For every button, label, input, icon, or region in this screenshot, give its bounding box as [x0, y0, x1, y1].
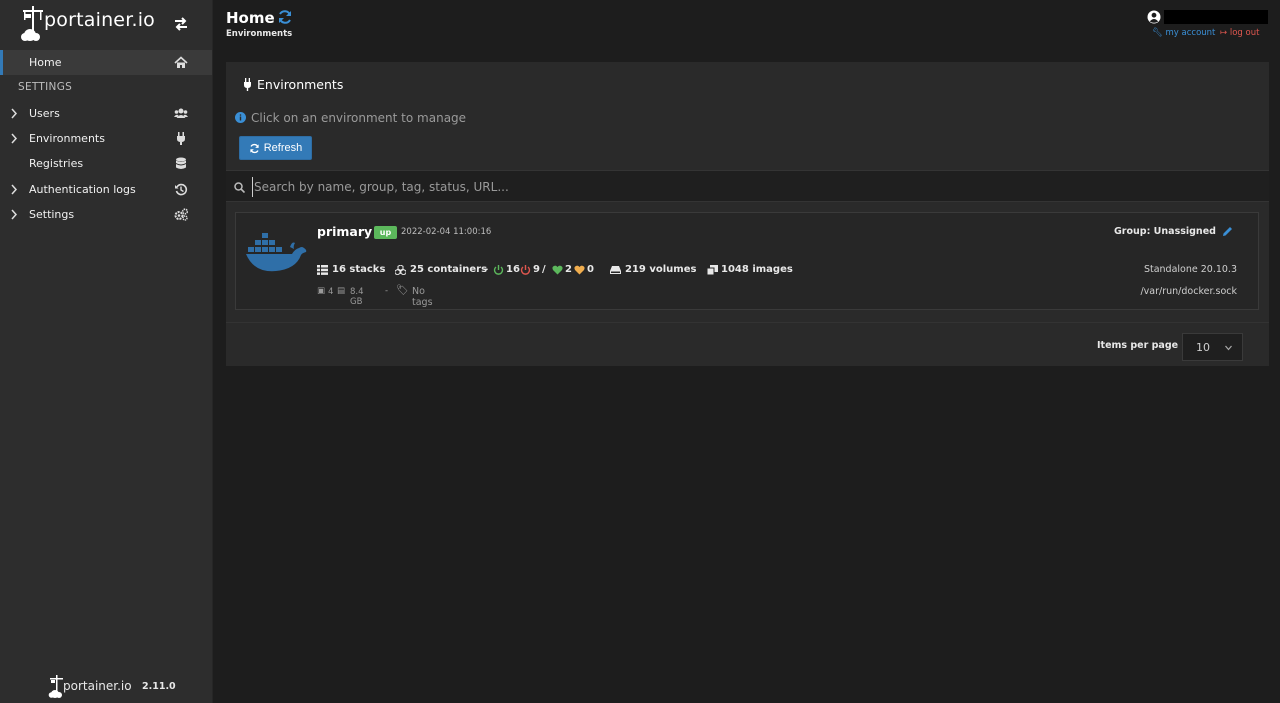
hdd-icon — [610, 266, 621, 274]
refresh-icon — [250, 143, 259, 153]
sidebar-item-label: Registries — [29, 157, 84, 170]
search-icon — [234, 182, 245, 193]
sign-out-icon: ↦ — [1220, 28, 1228, 38]
search-bar — [226, 170, 1269, 202]
power-off-icon-running — [493, 265, 504, 275]
items-per-page-label: Items per page — [1097, 340, 1179, 351]
panel-title: Environments — [257, 77, 344, 92]
footer-brand: portainer.io — [63, 679, 132, 693]
th-list-icon — [317, 265, 328, 275]
search-input[interactable] — [252, 177, 852, 197]
username-redacted — [1164, 10, 1268, 24]
environments-panel: Environments Click on an environment to … — [226, 62, 1269, 366]
items-per-page-select[interactable]: 10 — [1182, 333, 1243, 361]
sidebar-item-settings[interactable]: Settings — [0, 202, 212, 227]
sidebar-section-settings: SETTINGS — [18, 81, 73, 93]
sidebar-item-label: Home — [29, 56, 62, 69]
tags-label: No tags — [412, 286, 433, 308]
separator: - — [385, 286, 389, 296]
sidebar-item-label: Settings — [29, 208, 75, 221]
exchange-icon[interactable] — [173, 16, 189, 32]
memory-size: 8.4 GB — [350, 287, 364, 307]
chevron-down-icon — [1225, 345, 1232, 351]
wrench-icon: 🔧︎ — [1152, 28, 1163, 38]
sidebar-item-authentication-logs[interactable]: Authentication logs — [0, 177, 212, 202]
sidebar-item-registries[interactable]: Registries — [0, 151, 212, 176]
power-off-icon-stopped — [520, 265, 531, 275]
chevron-right-icon[interactable] — [10, 108, 18, 119]
docker-logo-icon — [246, 233, 307, 272]
user-circle-icon — [1147, 10, 1161, 24]
chevron-right-icon[interactable] — [10, 209, 18, 220]
sidebar-item-label: Environments — [29, 132, 105, 145]
status-badge: up — [374, 226, 397, 239]
users-icon — [174, 108, 188, 118]
page-title: Home — [226, 9, 275, 27]
cpu-count: 4 — [328, 287, 334, 297]
plug-icon — [244, 78, 251, 91]
plug-icon — [177, 132, 185, 145]
sidebar-item-label: Users — [29, 107, 60, 120]
info-circle-icon — [235, 112, 246, 123]
sidebar: portainer.io Home SETTINGS Users Environ… — [0, 0, 213, 703]
divider — [226, 322, 1269, 323]
heartbeat-icon-unhealthy — [574, 265, 585, 275]
environment-name[interactable]: primary — [317, 224, 372, 239]
cogs-icon — [174, 208, 188, 221]
version-label: 2.11.0 — [142, 681, 176, 692]
pencil-icon[interactable] — [1222, 226, 1233, 237]
environment-type-version: Standalone 20.10.3 — [1143, 264, 1237, 275]
heartbeat-icon-healthy — [552, 265, 563, 275]
log-out-link[interactable]: ↦ log out — [1220, 28, 1259, 38]
refresh-icon[interactable] — [277, 9, 293, 25]
separator: / — [542, 264, 546, 275]
cubes-icon — [395, 265, 406, 275]
brand-name: portainer.io — [44, 9, 156, 31]
environment-url: /var/run/docker.sock — [1140, 286, 1237, 297]
my-account-link[interactable]: 🔧︎ my account — [1152, 28, 1215, 38]
microchip-icon: ▣ — [317, 286, 326, 296]
sidebar-item-users[interactable]: Users — [0, 101, 212, 126]
home-icon — [174, 56, 188, 68]
refresh-button[interactable]: Refresh — [239, 136, 312, 160]
brand[interactable]: portainer.io — [0, 0, 213, 48]
sidebar-item-home[interactable]: Home — [0, 50, 212, 75]
chevron-right-icon[interactable] — [10, 184, 18, 195]
info-text: Click on an environment to manage — [251, 111, 467, 125]
database-icon — [176, 157, 186, 169]
breadcrumb[interactable]: Environments — [226, 29, 292, 39]
sidebar-item-environments[interactable]: Environments — [0, 126, 212, 151]
sidebar-item-label: Authentication logs — [29, 183, 136, 196]
history-icon — [175, 183, 188, 196]
chevron-right-icon[interactable] — [10, 133, 18, 144]
separator: - — [484, 264, 489, 275]
memory-icon: ▤ — [337, 286, 346, 296]
environment-card[interactable]: primary up 2022-02-04 11:00:16 Group: Un… — [235, 212, 1259, 310]
clone-icon — [707, 265, 718, 275]
tags-icon: 🏷︎ — [396, 285, 409, 296]
environment-timestamp: 2022-02-04 11:00:16 — [401, 227, 492, 237]
group-label: Group: Unassigned — [1114, 226, 1216, 237]
